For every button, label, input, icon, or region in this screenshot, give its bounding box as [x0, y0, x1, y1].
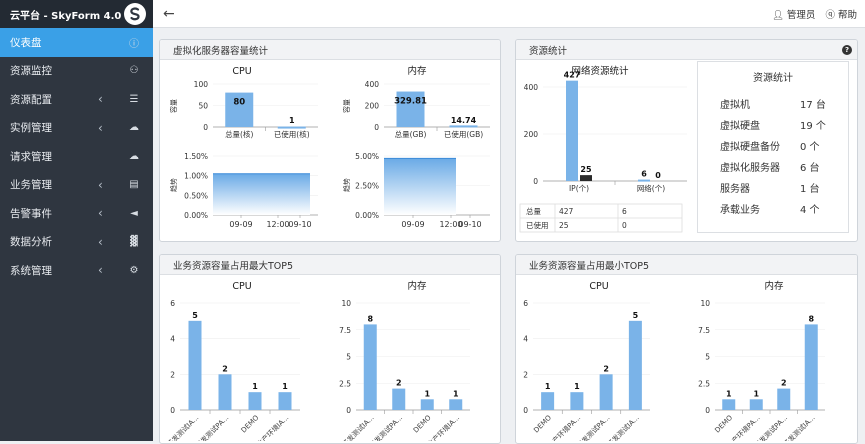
resource-stat-label: 虚拟硬盘: [720, 121, 760, 132]
sidebar-item-label: 告警事件: [10, 207, 52, 220]
top-bar: ← 👤︎ 管理员 ⓠ 帮助: [153, 0, 865, 28]
chevron-left-icon: ‹: [98, 92, 103, 107]
resource-stat-label: 虚拟化服务器: [720, 163, 780, 174]
cloud-icon: ☁: [129, 122, 139, 134]
resource-stat-row: 虚拟机 17 台: [698, 93, 848, 114]
resource-stat-row: 虚拟硬盘备份 0 个: [698, 135, 848, 156]
list-icon: ☰: [129, 93, 139, 105]
megaphone-icon: ◄: [130, 207, 138, 219]
sidebar-item-label: 实例管理: [10, 122, 52, 135]
chevron-left-icon: ‹: [98, 120, 103, 135]
capacity-panel: 虚拟化服务器容量统计: [159, 39, 501, 242]
sidebar-item-0[interactable]: 仪表盘 ⓘ: [0, 28, 153, 57]
sidebar-item-label: 系统管理: [10, 264, 52, 277]
user-menu[interactable]: 👤︎ 管理员: [772, 7, 816, 21]
sidebar-item-8[interactable]: 系统管理 ‹ ⚙: [0, 256, 153, 285]
help-circle-icon: ⓠ: [825, 10, 835, 21]
resource-stats-box: 资源统计 虚拟机 17 台虚拟硬盘 19 个虚拟硬盘备份 0 个虚拟化服务器 6 台服务…: [697, 61, 849, 233]
resource-stat-value: 4 个: [800, 205, 820, 216]
resource-stat-label: 虚拟硬盘备份: [720, 142, 780, 153]
sidebar-item-label: 资源监控: [10, 65, 52, 78]
resource-stat-label: 服务器: [720, 184, 750, 195]
sidebar-item-4[interactable]: 请求管理 ☁: [0, 142, 153, 171]
resource-stat-row: 服务器 1 台: [698, 177, 848, 198]
sidebar-item-label: 仪表盘: [10, 36, 42, 49]
resource-stat-label: 承载业务: [720, 205, 760, 216]
sidebar-item-label: 数据分析: [10, 236, 52, 249]
sidebar-item-2[interactable]: 资源配置 ‹ ☰: [0, 85, 153, 114]
resource-stat-value: 19 个: [800, 121, 826, 132]
sidebar: 云平台 - SkyForm 4.0 仪表盘 ⓘ 资源监控 ⚇ 资源配置 ‹ ☰ 实例管理 ‹ ☁ 请…: [0, 0, 153, 441]
top-min-panel-title: 业务资源容量占用最小TOP5: [516, 255, 857, 275]
resource-panel-title: 资源统计: [529, 45, 568, 57]
help-link[interactable]: ⓠ 帮助: [825, 7, 857, 21]
bar-chart-icon: ▓: [130, 236, 138, 248]
chevron-left-icon: ‹: [98, 234, 103, 249]
sidebar-item-label: 业务管理: [10, 179, 52, 192]
resource-stat-value: 1 台: [800, 184, 820, 195]
top-max-panel-title: 业务资源容量占用最大TOP5: [160, 255, 500, 275]
gear-icon: ⚙: [129, 264, 139, 276]
user-name: 管理员: [786, 10, 816, 21]
resource-stat-value: 0 个: [800, 142, 820, 153]
nav-menu: 仪表盘 ⓘ 资源监控 ⚇ 资源配置 ‹ ☰ 实例管理 ‹ ☁ 请求管理 ☁ 业务管理 ‹ ▤ 告警事件 ‹ ◄ 数据…: [0, 28, 153, 285]
back-arrow-icon[interactable]: ←: [163, 6, 175, 22]
help-label: 帮助: [837, 10, 857, 21]
sidebar-item-5[interactable]: 业务管理 ‹ ▤: [0, 171, 153, 200]
resource-stat-value: 17 台: [800, 100, 826, 111]
skyform-logo-icon[interactable]: [124, 3, 146, 25]
question-icon[interactable]: ?: [842, 45, 852, 55]
resource-stat-row: 虚拟化服务器 6 台: [698, 156, 848, 177]
brand-bar: 云平台 - SkyForm 4.0: [0, 0, 153, 28]
resource-stat-row: 承载业务 4 个: [698, 198, 848, 219]
sidebar-item-label: 请求管理: [10, 150, 52, 163]
user-icon: 👤︎: [771, 10, 784, 21]
chevron-left-icon: ‹: [98, 177, 103, 192]
sidebar-item-label: 资源配置: [10, 93, 52, 106]
sidebar-item-1[interactable]: 资源监控 ⚇: [0, 57, 153, 86]
cloud-download-icon: ☁: [129, 150, 139, 162]
sidebar-item-7[interactable]: 数据分析 ‹ ▓: [0, 228, 153, 257]
top-max-panel: 业务资源容量占用最大TOP5: [159, 254, 501, 444]
top-min-panel: 业务资源容量占用最小TOP5: [515, 254, 858, 444]
chevron-left-icon: ‹: [98, 263, 103, 278]
resource-stat-label: 虚拟机: [720, 100, 750, 111]
binoculars-icon: ⚇: [129, 65, 139, 77]
resource-stats-title: 资源统计: [753, 73, 793, 84]
document-icon: ▤: [129, 179, 139, 191]
resource-panel-header: 资源统计?: [516, 40, 857, 60]
sidebar-item-6[interactable]: 告警事件 ‹ ◄: [0, 199, 153, 228]
info-circle-icon: ⓘ: [129, 38, 139, 50]
resource-stat-value: 6 台: [800, 163, 820, 174]
capacity-panel-title: 虚拟化服务器容量统计: [160, 40, 500, 60]
resource-stat-row: 虚拟硬盘 19 个: [698, 114, 848, 135]
chevron-left-icon: ‹: [98, 206, 103, 221]
app-title: 云平台 - SkyForm 4.0: [10, 10, 122, 22]
sidebar-item-3[interactable]: 实例管理 ‹ ☁: [0, 114, 153, 143]
